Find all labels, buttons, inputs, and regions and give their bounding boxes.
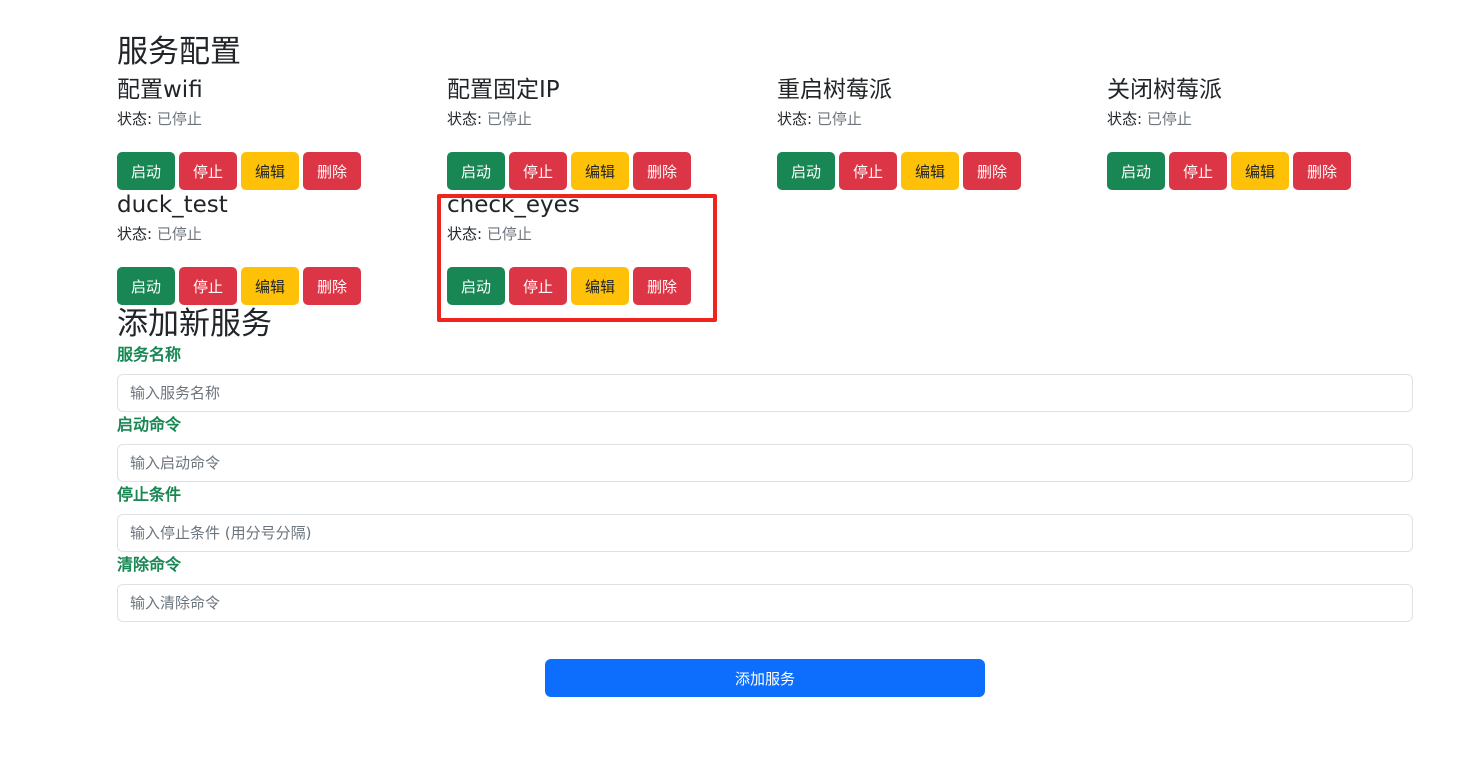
start-button[interactable]: 启动 [777, 152, 835, 190]
service-name: 配置wifi [117, 77, 203, 103]
services-grid: 配置wifi 状态: 已停止 启动 停止 编辑 删除 配置固定IP 状态: 已停… [117, 74, 1413, 305]
start-button[interactable]: 启动 [1107, 152, 1165, 190]
service-status: 状态: 已停止 [1107, 108, 1413, 130]
delete-button[interactable]: 删除 [633, 152, 691, 190]
service-card-duck-test: duck_test 状态: 已停止 启动 停止 编辑 删除 [117, 189, 447, 305]
stop-button[interactable]: 停止 [1169, 152, 1227, 190]
service-name: duck_test [117, 192, 228, 218]
stop-button[interactable]: 停止 [179, 152, 237, 190]
status-value: 已停止 [156, 110, 202, 128]
service-actions: 启动 停止 编辑 删除 [447, 267, 691, 305]
service-actions: 启动 停止 编辑 删除 [447, 152, 691, 190]
service-name: check_eyes [447, 192, 580, 218]
status-label: 状态: [117, 110, 153, 128]
start-button[interactable]: 启动 [117, 267, 175, 305]
stop-button[interactable]: 停止 [509, 152, 567, 190]
service-card-shutdown: 关闭树莓派 状态: 已停止 启动 停止 编辑 删除 [1107, 74, 1413, 190]
status-value: 已停止 [486, 110, 532, 128]
start-button[interactable]: 启动 [447, 267, 505, 305]
start-command-label: 启动命令 [117, 415, 182, 434]
page: 服务配置 配置wifi 状态: 已停止 启动 停止 编辑 删除 配置固定IP 状… [0, 0, 1474, 775]
status-label: 状态: [1107, 110, 1143, 128]
status-label: 状态: [447, 110, 483, 128]
delete-button[interactable]: 删除 [1293, 152, 1351, 190]
stop-button[interactable]: 停止 [509, 267, 567, 305]
services-section-title: 服务配置 [117, 34, 241, 70]
service-actions: 启动 停止 编辑 删除 [117, 152, 361, 190]
service-card-check-eyes: check_eyes 状态: 已停止 启动 停止 编辑 删除 [447, 189, 777, 305]
add-service-form: 添加新服务 服务名称 启动命令 停止条件 清除命令 [117, 304, 1413, 624]
service-name: 关闭树莓派 [1107, 77, 1222, 103]
start-button[interactable]: 启动 [447, 152, 505, 190]
delete-button[interactable]: 删除 [303, 267, 361, 305]
form-group-clear-command: 清除命令 [117, 554, 1413, 624]
status-value: 已停止 [816, 110, 862, 128]
stop-condition-label: 停止条件 [117, 485, 182, 504]
status-value: 已停止 [156, 225, 202, 243]
edit-button[interactable]: 编辑 [901, 152, 959, 190]
edit-button[interactable]: 编辑 [1231, 152, 1289, 190]
clear-command-input[interactable] [117, 584, 1413, 622]
service-name: 配置固定IP [447, 77, 560, 103]
service-status: 状态: 已停止 [447, 108, 777, 130]
service-status: 状态: 已停止 [447, 223, 777, 245]
form-group-stop-condition: 停止条件 [117, 484, 1413, 554]
service-name-label: 服务名称 [117, 345, 182, 364]
start-button[interactable]: 启动 [117, 152, 175, 190]
service-actions: 启动 停止 编辑 删除 [1107, 152, 1351, 190]
edit-button[interactable]: 编辑 [571, 152, 629, 190]
clear-command-label: 清除命令 [117, 555, 182, 574]
status-label: 状态: [777, 110, 813, 128]
stop-button[interactable]: 停止 [179, 267, 237, 305]
service-name-input[interactable] [117, 374, 1413, 412]
add-service-title: 添加新服务 [117, 306, 272, 342]
edit-button[interactable]: 编辑 [241, 267, 299, 305]
edit-button[interactable]: 编辑 [571, 267, 629, 305]
delete-button[interactable]: 删除 [963, 152, 1021, 190]
service-actions: 启动 停止 编辑 删除 [117, 267, 361, 305]
status-label: 状态: [117, 225, 153, 243]
form-group-service-name: 服务名称 [117, 344, 1413, 414]
status-label: 状态: [447, 225, 483, 243]
delete-button[interactable]: 删除 [303, 152, 361, 190]
service-status: 状态: 已停止 [117, 223, 447, 245]
service-card-reboot: 重启树莓派 状态: 已停止 启动 停止 编辑 删除 [777, 74, 1107, 190]
main-container: 服务配置 配置wifi 状态: 已停止 启动 停止 编辑 删除 配置固定IP 状… [117, 30, 1413, 624]
start-command-input[interactable] [117, 444, 1413, 482]
submit-wrap: 添加服务 [545, 659, 985, 697]
delete-button[interactable]: 删除 [633, 267, 691, 305]
service-card-wifi: 配置wifi 状态: 已停止 启动 停止 编辑 删除 [117, 74, 447, 190]
status-value: 已停止 [1146, 110, 1192, 128]
service-name: 重启树莓派 [777, 77, 892, 103]
service-status: 状态: 已停止 [117, 108, 447, 130]
add-service-button[interactable]: 添加服务 [545, 659, 985, 697]
stop-button[interactable]: 停止 [839, 152, 897, 190]
edit-button[interactable]: 编辑 [241, 152, 299, 190]
form-group-start-command: 启动命令 [117, 414, 1413, 484]
service-actions: 启动 停止 编辑 删除 [777, 152, 1021, 190]
status-value: 已停止 [486, 225, 532, 243]
stop-condition-input[interactable] [117, 514, 1413, 552]
service-status: 状态: 已停止 [777, 108, 1107, 130]
service-card-static-ip: 配置固定IP 状态: 已停止 启动 停止 编辑 删除 [447, 74, 777, 190]
